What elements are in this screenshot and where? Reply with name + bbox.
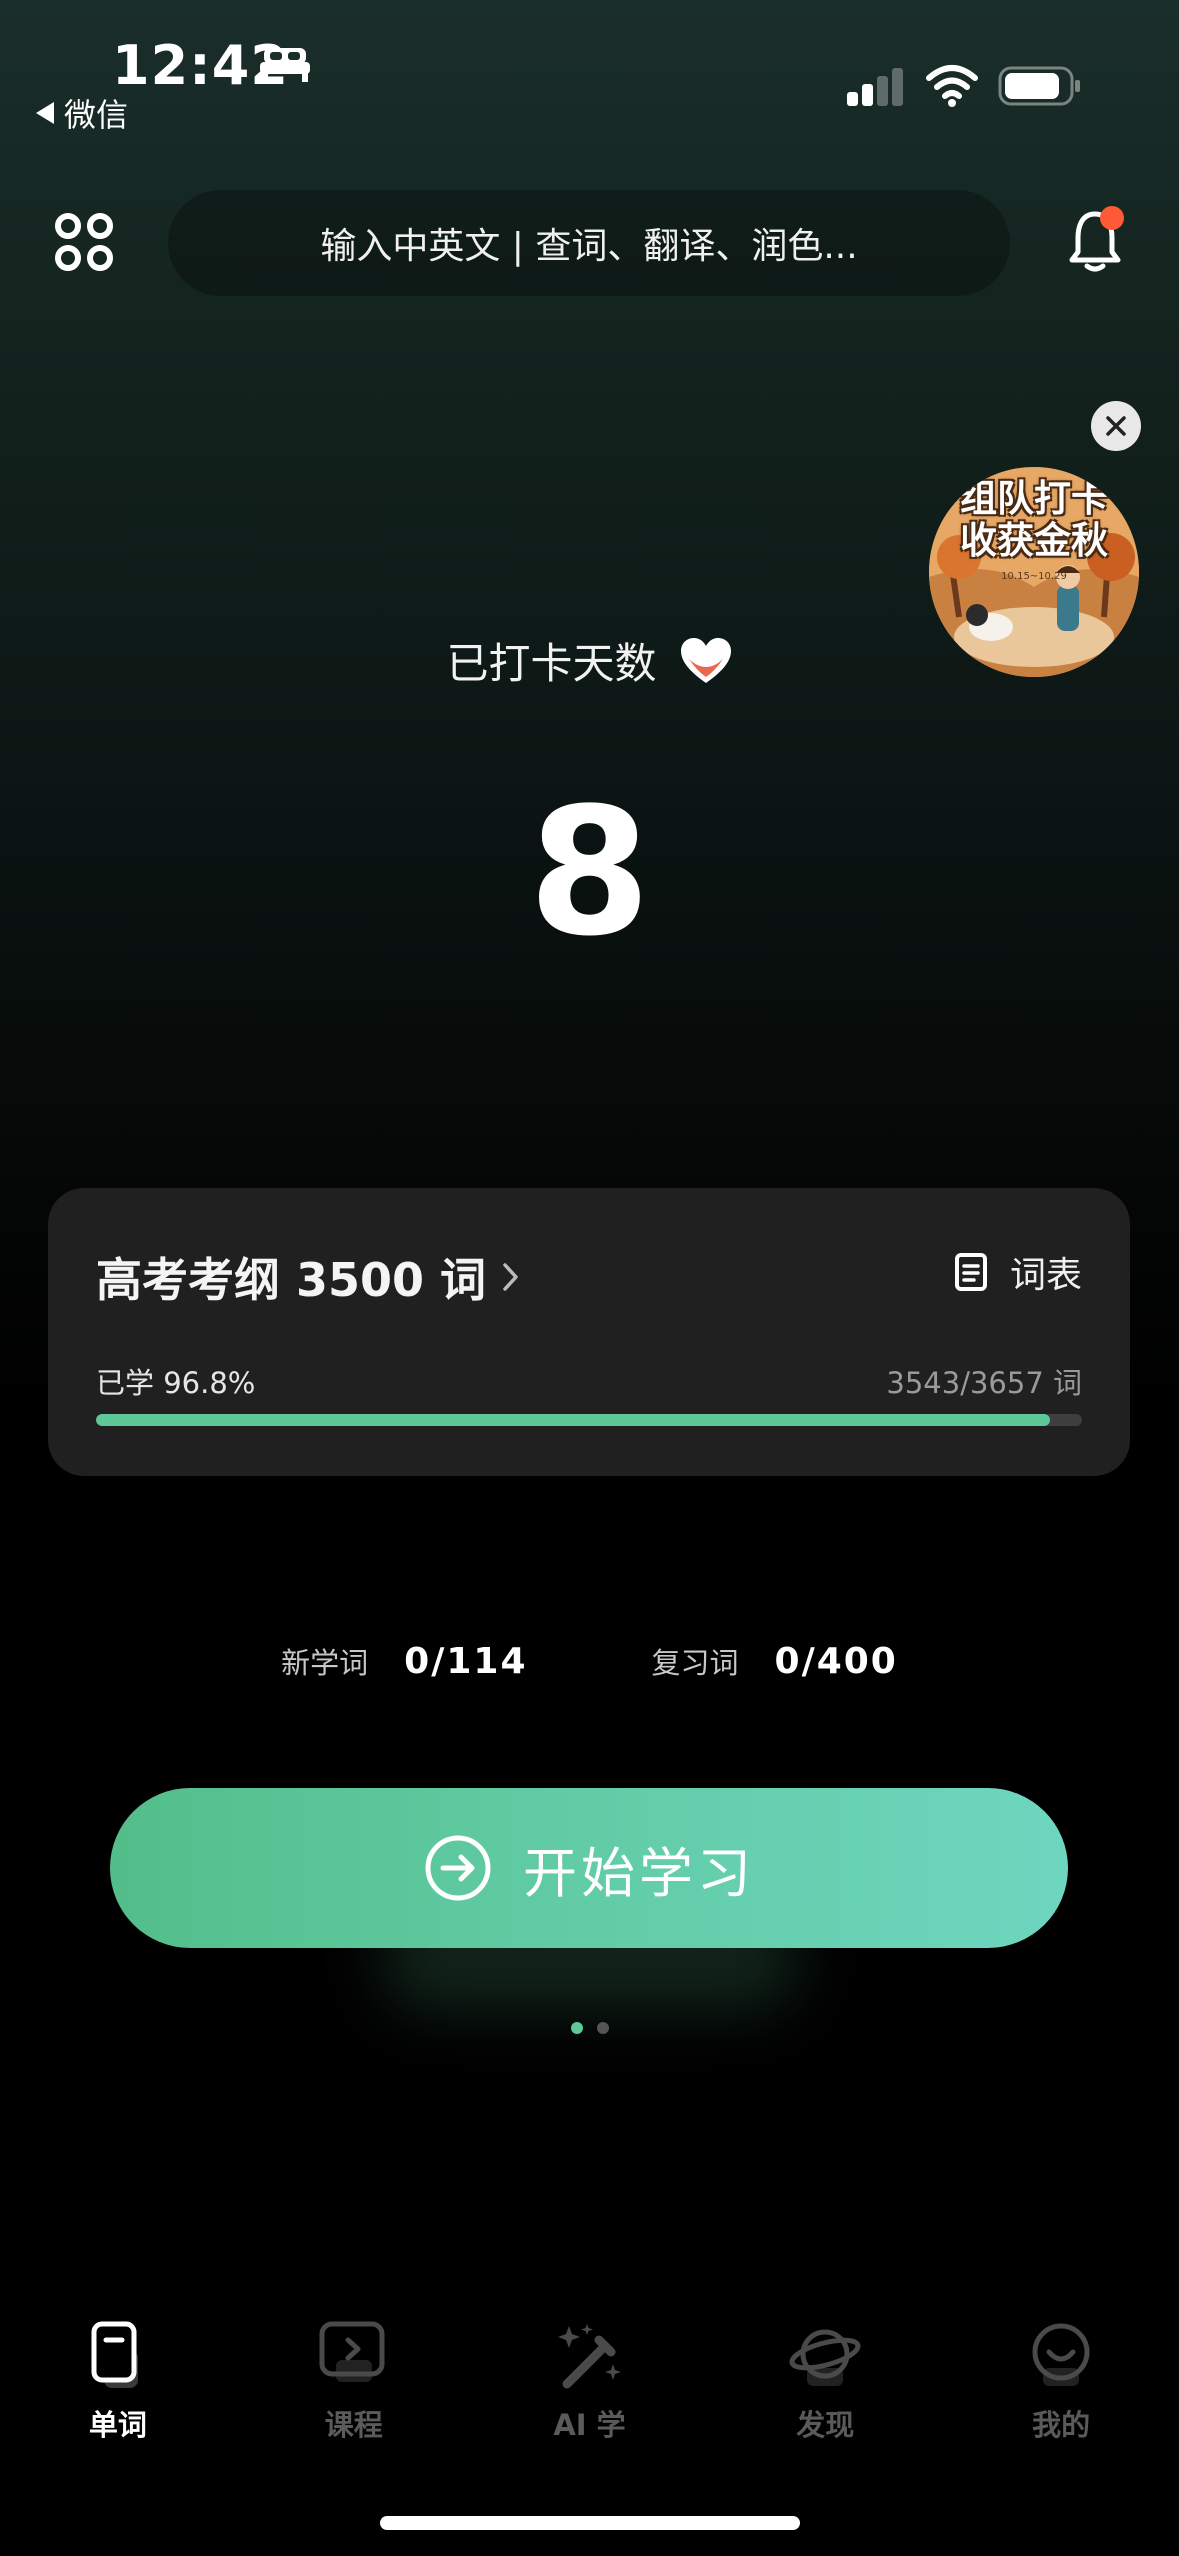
daily-stats: 新学词 0/114 复习词 0/400 xyxy=(0,1640,1179,1682)
battery-icon xyxy=(998,66,1080,106)
new-words-value: 0/114 xyxy=(404,1640,528,1682)
tab-ai-learn[interactable]: AI 学 xyxy=(472,2320,708,2480)
course-play-icon xyxy=(319,2321,385,2382)
page-dot-1 xyxy=(570,2022,583,2034)
tab-words[interactable]: 单词 xyxy=(0,2320,236,2480)
checkin-label: 已打卡天数 xyxy=(446,639,657,688)
apps-grid-icon[interactable] xyxy=(54,212,114,272)
wordbook-card: 高考考纲 3500 词 词表 已学 96.8% 3543/3657 词 xyxy=(48,1188,1130,1476)
progress-label: 已学 96.8% xyxy=(96,1366,256,1400)
tab-courses-label: 课程 xyxy=(324,2408,383,2442)
tab-discover-label: 发现 xyxy=(796,2408,855,2442)
search-input[interactable]: 输入中英文 | 查词、翻译、润色... xyxy=(168,190,1010,296)
page-dot-2 xyxy=(596,2022,609,2034)
promo-date: 10.15~10.29 xyxy=(1001,571,1067,582)
wordlist-book-icon xyxy=(954,1253,987,1291)
signal-icon xyxy=(847,68,903,106)
review-words-stat: 复习词 0/400 xyxy=(652,1640,898,1682)
magic-wand-icon xyxy=(558,2324,622,2389)
wordlist-button[interactable]: 词表 xyxy=(954,1246,1082,1298)
wordbook-selector[interactable]: 高考考纲 3500 词 xyxy=(96,1244,522,1310)
bottom-tab-bar: 单词 课程 AI 学 发现 我的 xyxy=(0,2320,1179,2480)
word-card-icon xyxy=(91,2321,138,2388)
arrow-right-circle-icon xyxy=(425,1835,491,1901)
notification-badge xyxy=(1100,206,1124,230)
promo-title-line1: 组队打卡 xyxy=(960,477,1108,520)
tab-discover[interactable]: 发现 xyxy=(707,2320,943,2480)
tab-ai-learn-label: AI 学 xyxy=(553,2408,626,2442)
planet-icon xyxy=(789,2329,861,2386)
search-placeholder: 输入中英文 | 查词、翻译、润色... xyxy=(320,226,858,267)
checkin-days-header: 已打卡天数 xyxy=(0,630,1179,691)
progress-count: 3543/3657 词 xyxy=(886,1366,1082,1400)
review-words-value: 0/400 xyxy=(774,1640,898,1682)
progress-bar xyxy=(96,1414,1082,1426)
start-learning-label: 开始学习 xyxy=(523,1841,755,1905)
progress-fill xyxy=(96,1414,1051,1426)
back-arrow-icon xyxy=(36,102,54,124)
home-indicator xyxy=(380,2516,800,2530)
tab-profile[interactable]: 我的 xyxy=(943,2320,1179,2480)
back-to-wechat[interactable]: 微信 xyxy=(36,90,128,136)
bed-icon xyxy=(260,48,310,82)
review-words-label: 复习词 xyxy=(651,1646,739,1680)
chevron-right-icon xyxy=(503,1263,518,1291)
wordlist-label: 词表 xyxy=(1009,1255,1082,1296)
back-label: 微信 xyxy=(64,96,129,134)
wifi-icon xyxy=(926,65,978,107)
close-promo-button[interactable] xyxy=(1091,401,1141,451)
new-words-stat: 新学词 0/114 xyxy=(281,1640,527,1682)
smile-face-icon xyxy=(1032,2323,1090,2386)
wordbook-title: 高考考纲 3500 词 xyxy=(96,1253,487,1307)
page-indicator xyxy=(0,2022,1179,2034)
new-words-label: 新学词 xyxy=(281,1646,369,1680)
heart-icon xyxy=(680,637,731,683)
promo-title-line2: 收获金秋 xyxy=(960,519,1108,562)
checkin-count: 8 xyxy=(528,770,651,975)
tab-words-label: 单词 xyxy=(88,2408,147,2442)
tab-courses[interactable]: 课程 xyxy=(236,2320,472,2480)
tab-profile-label: 我的 xyxy=(1032,2408,1091,2442)
close-icon xyxy=(1106,416,1126,436)
start-learning-button[interactable]: 开始学习 xyxy=(110,1788,1068,1948)
